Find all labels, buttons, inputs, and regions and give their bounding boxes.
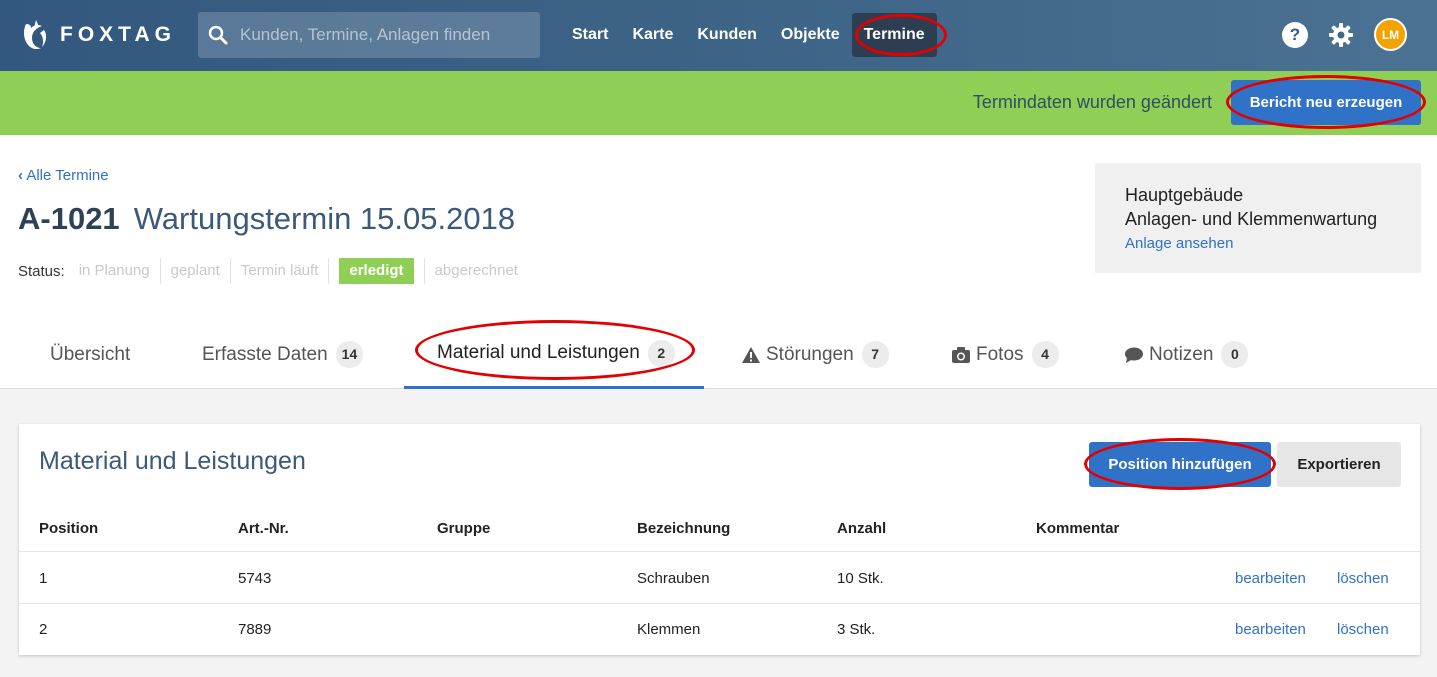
column-header-kommentar[interactable]: Kommentar xyxy=(1036,520,1119,537)
tab-notizen[interactable]: Notizen 0 xyxy=(1124,320,1249,389)
cell-bezeichnung: Klemmen xyxy=(637,621,701,638)
change-notice-bar: Termindaten wurden geändert xyxy=(0,71,1437,135)
column-header-anzahl[interactable]: Anzahl xyxy=(837,520,886,537)
brand-name: FOXTAG xyxy=(60,23,176,46)
table-row: 2 7889 Klemmen 3 Stk. bearbeiten löschen xyxy=(19,604,1420,655)
tab-label: Fotos xyxy=(976,343,1024,365)
cell-position: 2 xyxy=(39,621,48,638)
tab-label: Erfasste Daten xyxy=(202,343,328,365)
tab-stoerungen[interactable]: Störungen 7 xyxy=(741,320,889,389)
search-input[interactable] xyxy=(240,25,520,45)
table-row: 1 5743 Schrauben 10 Stk. bearbeiten lösc… xyxy=(19,553,1420,604)
regenerate-report-button[interactable]: Bericht neu erzeugen xyxy=(1231,80,1421,125)
fox-logo-icon xyxy=(24,20,47,50)
tab-count-badge: 4 xyxy=(1031,341,1059,368)
tab-erfasste-daten[interactable]: Erfasste Daten 14 xyxy=(202,320,364,389)
tab-count-badge: 0 xyxy=(1221,341,1249,368)
panel-title: Material und Leistungen xyxy=(39,447,306,475)
status-label: Status: xyxy=(18,262,65,280)
system-name: Anlagen- und Klemmenwartung xyxy=(1125,209,1378,229)
status-step-geplant[interactable]: geplant xyxy=(161,258,231,284)
back-link-label: Alle Termine xyxy=(26,167,109,184)
main-nav: Start Karte Kunden Objekte Termine xyxy=(560,13,937,57)
nav-objekte[interactable]: Objekte xyxy=(769,13,852,57)
user-avatar[interactable]: LM xyxy=(1374,18,1407,51)
cell-anzahl: 3 Stk. xyxy=(837,621,876,638)
tab-fotos[interactable]: Fotos 4 xyxy=(951,320,1059,389)
appointment-header: ‹ Alle Termine A-1021 Wartungstermin 15.0… xyxy=(0,135,1437,389)
add-position-button[interactable]: Position hinzufügen xyxy=(1089,442,1271,487)
appointment-number: A-1021 xyxy=(18,201,120,236)
delete-link[interactable]: löschen xyxy=(1337,570,1389,587)
tab-bar: Übersicht Erfasste Daten 14 Material und… xyxy=(0,320,1437,389)
edit-link[interactable]: bearbeiten xyxy=(1235,621,1306,638)
nav-karte[interactable]: Karte xyxy=(620,13,685,57)
warning-icon xyxy=(742,346,760,363)
camera-icon xyxy=(952,346,970,363)
status-step-abgerechnet[interactable]: abgerechnet xyxy=(423,258,528,284)
top-right-icons: ? LM xyxy=(1282,18,1407,51)
cell-art-nr: 5743 xyxy=(238,570,272,587)
export-button[interactable]: Exportieren xyxy=(1277,442,1401,487)
tab-count-badge: 7 xyxy=(861,341,889,368)
logo[interactable]: FOXTAG xyxy=(22,18,176,52)
cell-position: 1 xyxy=(39,570,48,587)
system-info-box: Hauptgebäude Anlagen- und Klemmenwartung… xyxy=(1095,163,1421,273)
search-icon xyxy=(208,25,228,45)
delete-link[interactable]: löschen xyxy=(1337,621,1389,638)
search-box xyxy=(198,12,540,58)
tab-material-leistungen[interactable]: Material und Leistungen 2 xyxy=(404,320,704,389)
cell-anzahl: 10 Stk. xyxy=(837,570,884,587)
status-step-laeuft[interactable]: Termin läuft xyxy=(231,258,330,284)
tab-uebersicht[interactable]: Übersicht xyxy=(50,320,130,389)
comment-icon xyxy=(1125,347,1143,363)
nav-start[interactable]: Start xyxy=(560,13,620,57)
cell-bezeichnung: Schrauben xyxy=(637,570,710,587)
tab-count-badge: 14 xyxy=(335,341,364,368)
help-icon[interactable]: ? xyxy=(1282,21,1308,48)
nav-termine[interactable]: Termine xyxy=(851,13,937,57)
status-step-erledigt[interactable]: erledigt xyxy=(339,258,414,284)
appointment-title: Wartungstermin 15.05.2018 xyxy=(133,201,516,236)
top-navigation-bar: FOXTAG Start Karte Kunden Objekte Termin… xyxy=(0,0,1437,71)
tab-count-badge: 2 xyxy=(647,339,675,367)
gear-icon[interactable] xyxy=(1328,22,1354,48)
column-header-art-nr[interactable]: Art.-Nr. xyxy=(238,520,289,537)
page-title: A-1021 Wartungstermin 15.05.2018 xyxy=(18,201,515,237)
tab-label: Störungen xyxy=(766,343,854,365)
status-bar: Status: in Planung geplant Termin läuft … xyxy=(18,258,528,284)
status-step-planung[interactable]: in Planung xyxy=(69,258,161,284)
building-name: Hauptgebäude xyxy=(1125,185,1244,205)
view-system-link[interactable]: Anlage ansehen xyxy=(1125,235,1421,252)
nav-kunden[interactable]: Kunden xyxy=(685,13,769,57)
column-header-bezeichnung[interactable]: Bezeichnung xyxy=(637,520,730,537)
edit-link[interactable]: bearbeiten xyxy=(1235,570,1306,587)
tab-label: Material und Leistungen xyxy=(437,342,640,363)
back-link[interactable]: ‹ Alle Termine xyxy=(18,167,109,184)
tab-label: Übersicht xyxy=(50,343,131,365)
tab-label: Notizen xyxy=(1149,343,1214,365)
chevron-left-icon: ‹ xyxy=(18,167,23,184)
cell-art-nr: 7889 xyxy=(238,621,272,638)
column-header-position[interactable]: Position xyxy=(39,520,98,537)
column-header-gruppe[interactable]: Gruppe xyxy=(437,520,490,537)
notice-text: Termindaten wurden geändert xyxy=(972,92,1212,112)
material-panel: Material und Leistungen Position hinzufü… xyxy=(19,424,1420,655)
table-header: Position Art.-Nr. Gruppe Bezeichnung Anz… xyxy=(19,504,1420,552)
